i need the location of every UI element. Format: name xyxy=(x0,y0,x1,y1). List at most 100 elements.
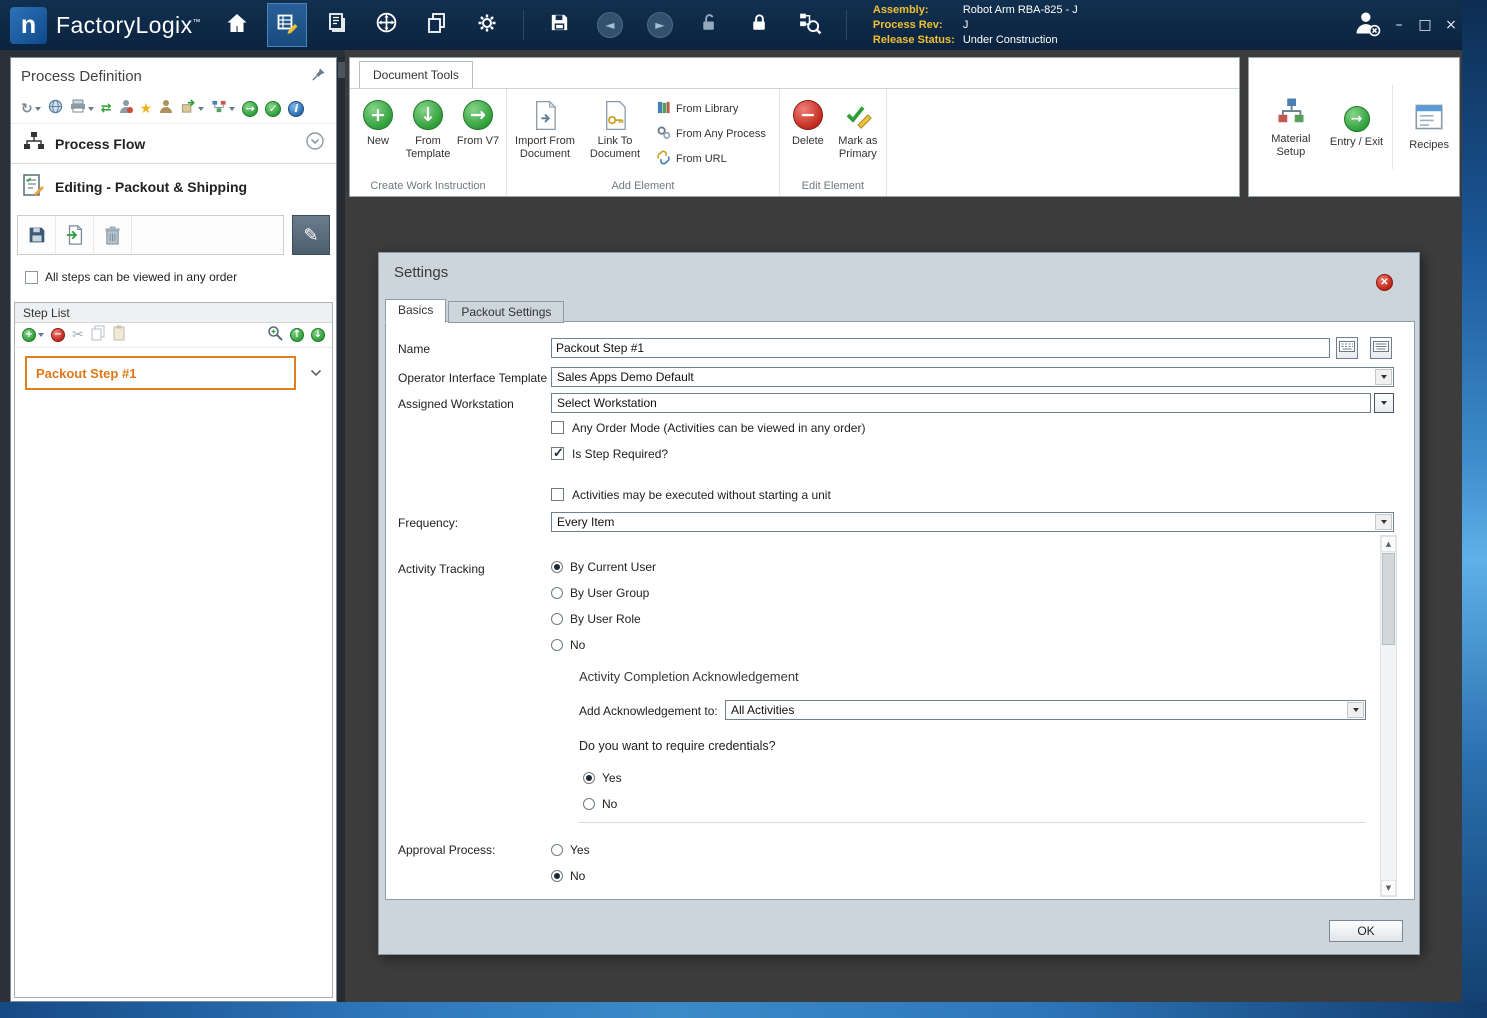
assembly-value: Robot Arm RBA-825 - J xyxy=(962,3,1078,16)
tracking-no-radio[interactable] xyxy=(551,639,563,651)
tracking-by-user-group-radio[interactable] xyxy=(551,587,563,599)
remove-step-button[interactable]: − xyxy=(51,328,65,342)
add-acknowledgement-select[interactable]: All Activities xyxy=(725,700,1366,720)
scroll-down-icon[interactable]: ▼ xyxy=(1381,880,1396,896)
link-icon xyxy=(656,150,671,168)
dialog-close-icon[interactable]: ✕ xyxy=(1376,274,1393,291)
import-from-document-button[interactable]: Import From Document xyxy=(510,98,580,160)
transfer-button[interactable]: ⇄ xyxy=(101,101,112,116)
import-arrow-icon: → xyxy=(463,100,493,130)
move-step-up-button[interactable]: ↑ xyxy=(290,328,304,342)
assigned-workstation-select[interactable]: Select Workstation xyxy=(551,393,1371,413)
process-flow-tool-button[interactable] xyxy=(211,99,236,119)
keyboard-icon-button[interactable] xyxy=(1336,337,1358,359)
paste-step-button[interactable] xyxy=(112,325,126,346)
process-flow-row[interactable]: Process Flow xyxy=(11,124,336,164)
close-icon[interactable]: × xyxy=(1443,17,1459,33)
user-alert-button[interactable] xyxy=(119,99,133,119)
edit-work-instructions-button[interactable]: ✎ xyxy=(292,215,330,255)
step-list-title: Step List xyxy=(15,303,332,323)
delete-element-button[interactable]: − Delete xyxy=(783,98,833,148)
any-order-mode-checkbox[interactable] xyxy=(551,421,564,434)
from-template-button[interactable]: ↓ From Template xyxy=(403,98,453,160)
add-step-button[interactable]: + xyxy=(22,328,44,342)
publish-button[interactable]: → xyxy=(242,100,259,117)
save-step-button[interactable] xyxy=(18,216,56,254)
tab-packout-settings[interactable]: Packout Settings xyxy=(448,301,565,323)
user-logout-button[interactable] xyxy=(1353,9,1381,42)
history-button[interactable]: ↻ xyxy=(21,101,41,117)
entry-exit-button[interactable]: → Entry / Exit xyxy=(1327,105,1387,149)
from-any-process-button[interactable]: From Any Process xyxy=(656,125,766,143)
info-button[interactable]: i xyxy=(288,100,305,117)
pin-icon[interactable] xyxy=(311,67,326,86)
web-button[interactable] xyxy=(48,99,63,119)
step-item-selected[interactable]: Packout Step #1 xyxy=(25,356,296,390)
any-order-row: All steps can be viewed in any order xyxy=(11,260,336,294)
approval-no-radio[interactable] xyxy=(551,870,563,882)
recipes-button[interactable]: Recipes xyxy=(1399,103,1459,151)
dialog-scrollbar[interactable]: ▲ ▼ xyxy=(1380,535,1397,897)
check-out-button[interactable] xyxy=(690,3,730,47)
delete-work-instruction-button[interactable] xyxy=(94,216,132,254)
panel-splitter[interactable] xyxy=(337,57,345,1002)
copy-step-button[interactable] xyxy=(91,325,105,346)
publish-icon: → xyxy=(242,100,259,117)
credentials-yes-radio[interactable] xyxy=(583,772,595,784)
maximize-icon[interactable]: □ xyxy=(1417,17,1433,33)
print-button[interactable] xyxy=(70,99,94,118)
splitter-handle[interactable] xyxy=(338,62,345,78)
tab-basics[interactable]: Basics xyxy=(385,299,447,323)
minimize-icon[interactable]: – xyxy=(1391,17,1407,33)
settings-button[interactable] xyxy=(467,3,507,47)
find-process-button[interactable] xyxy=(790,3,830,47)
save-button[interactable] xyxy=(540,3,580,47)
workstation-dropdown-button[interactable] xyxy=(1374,393,1394,413)
ok-button[interactable]: OK xyxy=(1329,920,1403,942)
production-documents-button[interactable] xyxy=(317,3,357,47)
on-screen-keyboard-icon-button[interactable] xyxy=(1370,337,1392,359)
credentials-no-radio[interactable] xyxy=(583,798,595,810)
tab-document-tools[interactable]: Document Tools xyxy=(359,61,473,88)
check-in-button[interactable] xyxy=(740,3,780,47)
copy-documents-button[interactable] xyxy=(417,3,457,47)
scroll-up-icon[interactable]: ▲ xyxy=(1381,536,1396,552)
all-steps-any-order-checkbox[interactable] xyxy=(25,270,38,284)
navigator-button[interactable] xyxy=(367,3,407,47)
import-work-instruction-button[interactable] xyxy=(56,216,94,254)
export-package-button[interactable] xyxy=(180,98,205,119)
name-label: Name xyxy=(398,342,431,356)
mark-as-primary-button[interactable]: Mark as Primary xyxy=(833,98,883,160)
from-library-button[interactable]: From Library xyxy=(656,100,766,118)
material-setup-button[interactable]: Material Setup xyxy=(1261,96,1321,159)
award-button[interactable]: ★ xyxy=(140,101,153,117)
user-button[interactable] xyxy=(159,99,173,119)
process-definition-button[interactable] xyxy=(266,3,307,47)
forward-button[interactable]: ► xyxy=(640,3,680,47)
link-to-document-button[interactable]: Link To Document xyxy=(580,98,650,160)
cut-step-button[interactable]: ✂ xyxy=(72,327,84,343)
validate-button[interactable]: ✓ xyxy=(265,100,282,117)
frequency-select[interactable]: Every Item xyxy=(551,512,1394,532)
approval-yes-radio[interactable] xyxy=(551,844,563,856)
from-url-button[interactable]: From URL xyxy=(656,150,766,168)
new-work-instruction-button[interactable]: + New xyxy=(353,98,403,148)
find-step-button[interactable] xyxy=(267,325,283,346)
back-button[interactable]: ◄ xyxy=(590,3,630,47)
from-v7-button[interactable]: → From V7 xyxy=(453,98,503,148)
without-unit-checkbox[interactable] xyxy=(551,488,564,501)
window-right-edge xyxy=(1462,0,1487,1018)
tracking-by-current-user-radio[interactable] xyxy=(551,561,563,573)
home-button[interactable] xyxy=(217,3,257,47)
operator-interface-template-select[interactable]: Sales Apps Demo Default xyxy=(551,367,1394,387)
is-step-required-checkbox[interactable] xyxy=(551,445,564,461)
step-row: Packout Step #1 xyxy=(25,356,322,390)
step-expand-chevron[interactable] xyxy=(310,369,322,377)
collapse-process-flow-button[interactable] xyxy=(306,132,324,155)
credentials-question: Do you want to require credentials? xyxy=(579,739,776,753)
name-input[interactable] xyxy=(551,338,1330,358)
scrollbar-thumb[interactable] xyxy=(1382,553,1395,645)
approval-no-label: No xyxy=(570,869,586,883)
tracking-by-user-role-radio[interactable] xyxy=(551,613,563,625)
move-step-down-button[interactable]: ↓ xyxy=(311,328,325,342)
